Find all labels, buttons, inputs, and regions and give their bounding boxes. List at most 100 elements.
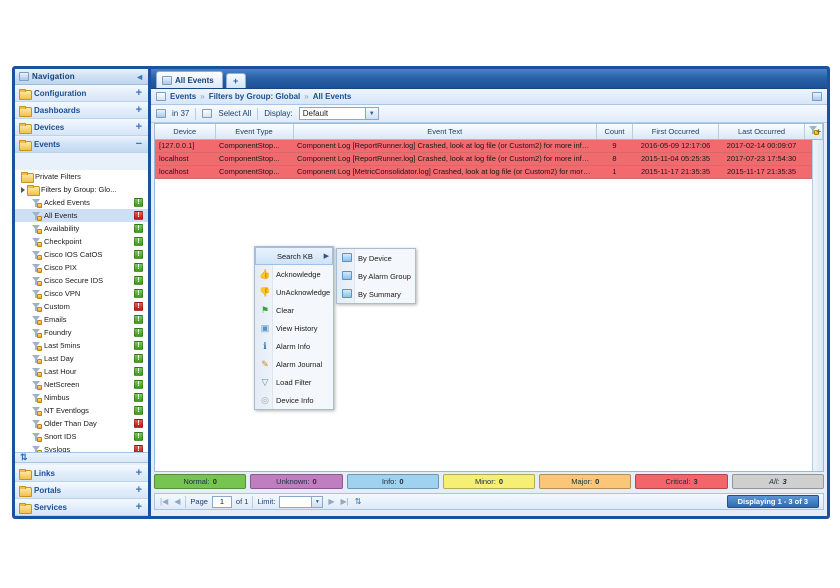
severity-pill-minor[interactable]: Minor: 0 — [442, 474, 536, 489]
breadcrumb-item-filters-by-group[interactable]: Filters by Group: Global — [209, 92, 301, 101]
severity-pill-all[interactable]: All: 3 — [731, 474, 824, 489]
chevron-down-icon[interactable]: ▼ — [311, 496, 323, 507]
last-page-icon[interactable]: ▶| — [340, 497, 350, 506]
tree-item-custom[interactable]: Custom! — [15, 300, 148, 313]
column-header-event-text[interactable]: Event Text — [293, 124, 597, 140]
collapse-toggle[interactable]: − — [136, 138, 144, 150]
severity-pill-critical[interactable]: Critical: 3 — [635, 474, 728, 489]
sidebar-section-events[interactable]: Events − — [15, 136, 148, 153]
expander-icon[interactable] — [21, 186, 25, 193]
next-page-icon[interactable]: ▶ — [327, 497, 335, 506]
status-badge: ! — [134, 328, 143, 337]
breadcrumb-item-all-events[interactable]: All Events — [313, 92, 352, 101]
tree-item-syslogs[interactable]: Syslogs! — [15, 443, 148, 452]
submenu-item-by-summary[interactable]: By Summary — [337, 285, 415, 303]
vertical-scrollbar[interactable] — [812, 140, 823, 471]
expand-toggle[interactable]: + — [136, 87, 144, 99]
divider — [252, 495, 254, 508]
column-header-last-occurred[interactable]: Last Occurred — [718, 124, 805, 140]
sidebar-section-services[interactable]: Services + — [15, 499, 148, 516]
refresh-icon[interactable]: ⇅ — [354, 497, 363, 506]
limit-select[interactable]: ▼ — [279, 495, 324, 508]
submenu-item-by-alarm-group[interactable]: By Alarm Group — [337, 267, 415, 285]
tab-all-events[interactable]: All Events — [156, 71, 223, 88]
tree-item-netscreen[interactable]: NetScreen! — [15, 378, 148, 391]
column-header-event-type[interactable]: Event Type — [215, 124, 294, 140]
table-row[interactable]: localhost ComponentStop... Component Log [… — [155, 152, 823, 166]
first-page-icon[interactable]: |◀ — [159, 497, 169, 506]
context-menu-item-clear[interactable]: ⚑ Clear — [255, 301, 333, 319]
tree-item-cisco-vpn[interactable]: Cisco VPN! — [15, 287, 148, 300]
tree-item-all-events[interactable]: All Events! — [15, 209, 148, 222]
context-menu-item-view-history[interactable]: ▣ View History — [255, 319, 333, 337]
expand-toggle[interactable]: + — [136, 467, 144, 479]
context-menu-item-alarm-info[interactable]: ℹ Alarm Info — [255, 337, 333, 355]
expand-toggle[interactable]: + — [136, 501, 144, 513]
tree-item-checkpoint[interactable]: Checkpoint! — [15, 235, 148, 248]
expand-toggle[interactable]: + — [136, 104, 144, 116]
filter-add-icon[interactable]: + — [808, 125, 821, 136]
prev-page-icon[interactable]: ◀ — [173, 497, 181, 506]
tree-item-emails[interactable]: Emails! — [15, 313, 148, 326]
column-header-device[interactable]: Device — [155, 124, 216, 140]
sidebar-section-portals[interactable]: Portals + — [15, 482, 148, 499]
collapse-left-icon[interactable]: ◄ — [135, 72, 144, 82]
page-input[interactable]: 1 — [211, 495, 232, 508]
severity-pill-major[interactable]: Major: 0 — [539, 474, 632, 489]
table-row[interactable]: localhost ComponentStop... Component Log [… — [155, 165, 823, 179]
thumb-up-icon: 👍 — [259, 268, 271, 279]
context-menu-item-search-kb[interactable]: Search KB ▶ — [255, 247, 333, 265]
severity-pill-count: 0 — [399, 477, 404, 486]
status-badge: ! — [134, 432, 143, 441]
divider — [195, 107, 197, 120]
select-all-label[interactable]: Select All — [218, 109, 251, 118]
expand-icon[interactable] — [812, 92, 822, 101]
sidebar-section-links[interactable]: Links + — [15, 465, 148, 482]
table-row[interactable]: [127.0.0.1] ComponentStop... Component Log… — [155, 139, 823, 153]
refresh-icon[interactable]: ⇅ — [20, 452, 28, 463]
tree-item-last-day[interactable]: Last Day! — [15, 352, 148, 365]
submenu-item-by-device[interactable]: By Device — [337, 249, 415, 267]
breadcrumb-item-events[interactable]: Events — [170, 92, 196, 101]
tree-item-filters-by-group-glo[interactable]: Filters by Group: Glo... — [15, 183, 148, 196]
tree-item-cisco-pix[interactable]: Cisco PIX! — [15, 261, 148, 274]
content-area: All Events + Events » Filters by Group: … — [151, 69, 827, 516]
expand-toggle[interactable]: + — [136, 121, 144, 133]
column-header-first-occurred[interactable]: First Occurred — [632, 124, 719, 140]
severity-pill-normal[interactable]: Normal: 0 — [154, 474, 247, 489]
context-menu-item-load-filter[interactable]: ▽ Load Filter — [255, 373, 333, 391]
tree-item-last-hour[interactable]: Last Hour! — [15, 365, 148, 378]
tree-item-nimbus[interactable]: Nimbus! — [15, 391, 148, 404]
context-menu-item-alarm-journal[interactable]: ✎ Alarm Journal — [255, 355, 333, 373]
severity-pill-count: 3 — [782, 477, 787, 486]
refresh-grid-icon[interactable] — [156, 109, 166, 118]
context-menu-item-acknowledge[interactable]: 👍 Acknowledge — [255, 265, 333, 283]
sidebar-section-dashboards[interactable]: Dashboards + — [15, 102, 148, 119]
sidebar-section-configuration[interactable]: Configuration + — [15, 85, 148, 102]
tree-item-nt-eventlogs[interactable]: NT Eventlogs! — [15, 404, 148, 417]
tree-item-snort-ids[interactable]: Snort IDS! — [15, 430, 148, 443]
expand-toggle[interactable]: + — [136, 484, 144, 496]
folder-icon — [19, 485, 32, 497]
tree-item-private-filters[interactable]: Private Filters — [15, 170, 148, 183]
tree-item-last-5mins[interactable]: Last 5mins! — [15, 339, 148, 352]
add-tab-button[interactable]: + — [225, 73, 246, 88]
filter-icon — [31, 380, 42, 390]
tree-item-cisco-ios-catos[interactable]: Cisco IOS CatOS! — [15, 248, 148, 261]
severity-pill-info[interactable]: Info: 0 — [346, 474, 439, 489]
tree-item-label: Cisco Secure IDS — [44, 276, 104, 285]
column-header-count[interactable]: Count — [596, 124, 633, 140]
context-menu-item-device-info[interactable]: ◎ Device Info — [255, 391, 333, 409]
chevron-down-icon[interactable]: ▼ — [364, 108, 378, 119]
sidebar-section-devices[interactable]: Devices + — [15, 119, 148, 136]
severity-pill-unknown[interactable]: Unknown: 0 — [250, 474, 343, 489]
display-select[interactable]: Default ▼ — [298, 107, 379, 120]
tree-item-foundry[interactable]: Foundry! — [15, 326, 148, 339]
tree-item-availability[interactable]: Availability! — [15, 222, 148, 235]
context-menu-item-unacknowledge[interactable]: 👎 UnAcknowledge — [255, 283, 333, 301]
tree-item-cisco-secure-ids[interactable]: Cisco Secure IDS! — [15, 274, 148, 287]
select-all-icon[interactable] — [202, 109, 213, 118]
column-header-filter[interactable]: + — [804, 124, 823, 140]
tree-item-older-than-day[interactable]: Older Than Day! — [15, 417, 148, 430]
tree-item-acked-events[interactable]: Acked Events! — [15, 196, 148, 209]
